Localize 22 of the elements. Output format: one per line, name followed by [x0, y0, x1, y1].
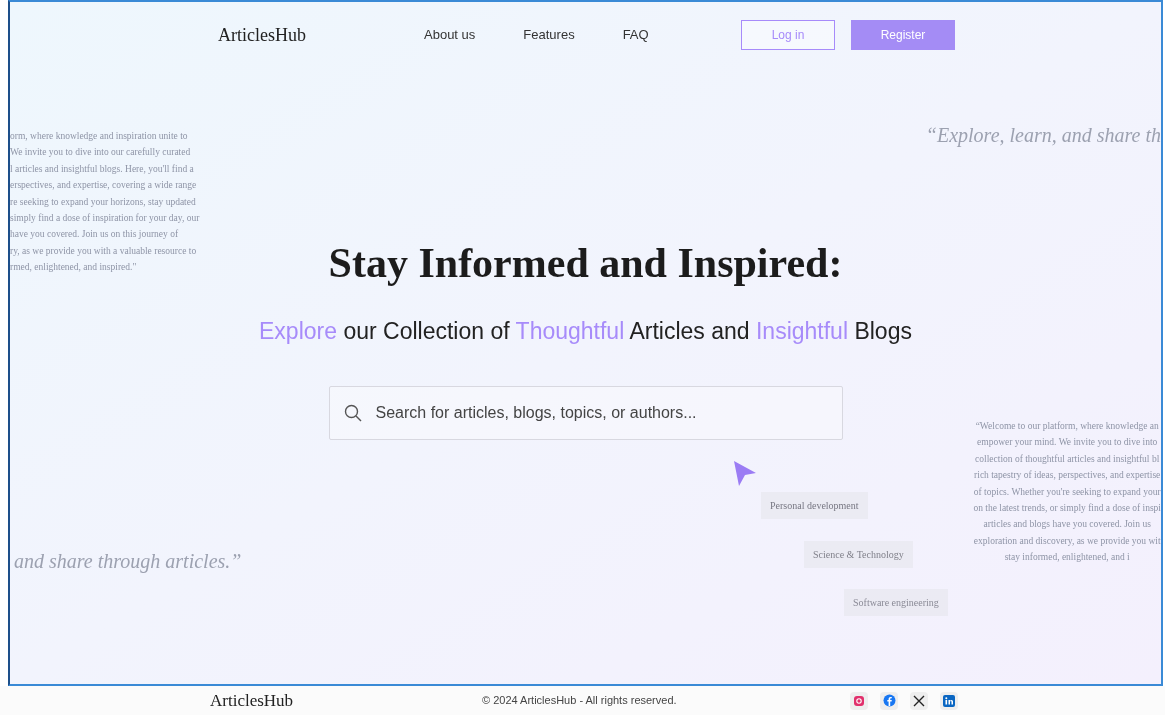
linkedin-icon[interactable] [940, 691, 958, 710]
background-paragraph: orm, where knowledge and inspiration unite to We invite you to dive into our carefully curated l articles and insightful blogs. Here, you'll find a erspectives, and expertise, covering a wide range re seeking to expand your horizons, stay updated simply find a dose of inspiration for your day, our have you covered. Join us on this journey of ry, as we provide you with a valuable resource to rmed, enlightened, and inspired." [10, 130, 200, 275]
copyright-text: © 2024 ArticlesHub - All rights reserved. [482, 693, 678, 709]
hero-title: Stay Informed and Inspired: [328, 242, 843, 284]
hero-subtitle: Explore our Collection of Thoughtful Articles and Insightful Blogs [259, 317, 912, 346]
topic-tag: Software engineering [844, 589, 948, 616]
topic-tag: Personal development [761, 492, 868, 519]
facebook-icon[interactable] [880, 691, 898, 710]
cursor-icon [732, 460, 758, 488]
footer-logo[interactable]: ArticlesHub [210, 687, 482, 714]
logo[interactable]: ArticlesHub [218, 21, 418, 49]
background-paragraph: “Welcome to our platform, where knowledge an empower your mind. We invite you to dive into collection of thoughtful articles and insightful bl rich tapestry of ideas, perspectives, and expertise of topics. Whether you're seeking to expand your on the latest trends, or simply find a dose of inspi articles and blogs have you covered. Join us exploration and discovery, as we provide you wit stay informed, enlightened, and i [973, 420, 1161, 565]
nav-link[interactable]: About us [424, 25, 476, 45]
background-quote: and share through articles.” [14, 549, 242, 575]
nav-link[interactable]: Features [523, 25, 575, 45]
background-quote: “Explore, learn, and share th [925, 123, 1161, 149]
nav-link[interactable]: FAQ [622, 25, 649, 45]
search-icon [343, 403, 362, 422]
x-icon[interactable] [910, 691, 928, 710]
search-field[interactable]: Search for articles, blogs, topics, or authors... [328, 385, 843, 440]
topic-tag: Science & Technology [804, 541, 913, 568]
instagram-icon[interactable] [850, 691, 868, 710]
